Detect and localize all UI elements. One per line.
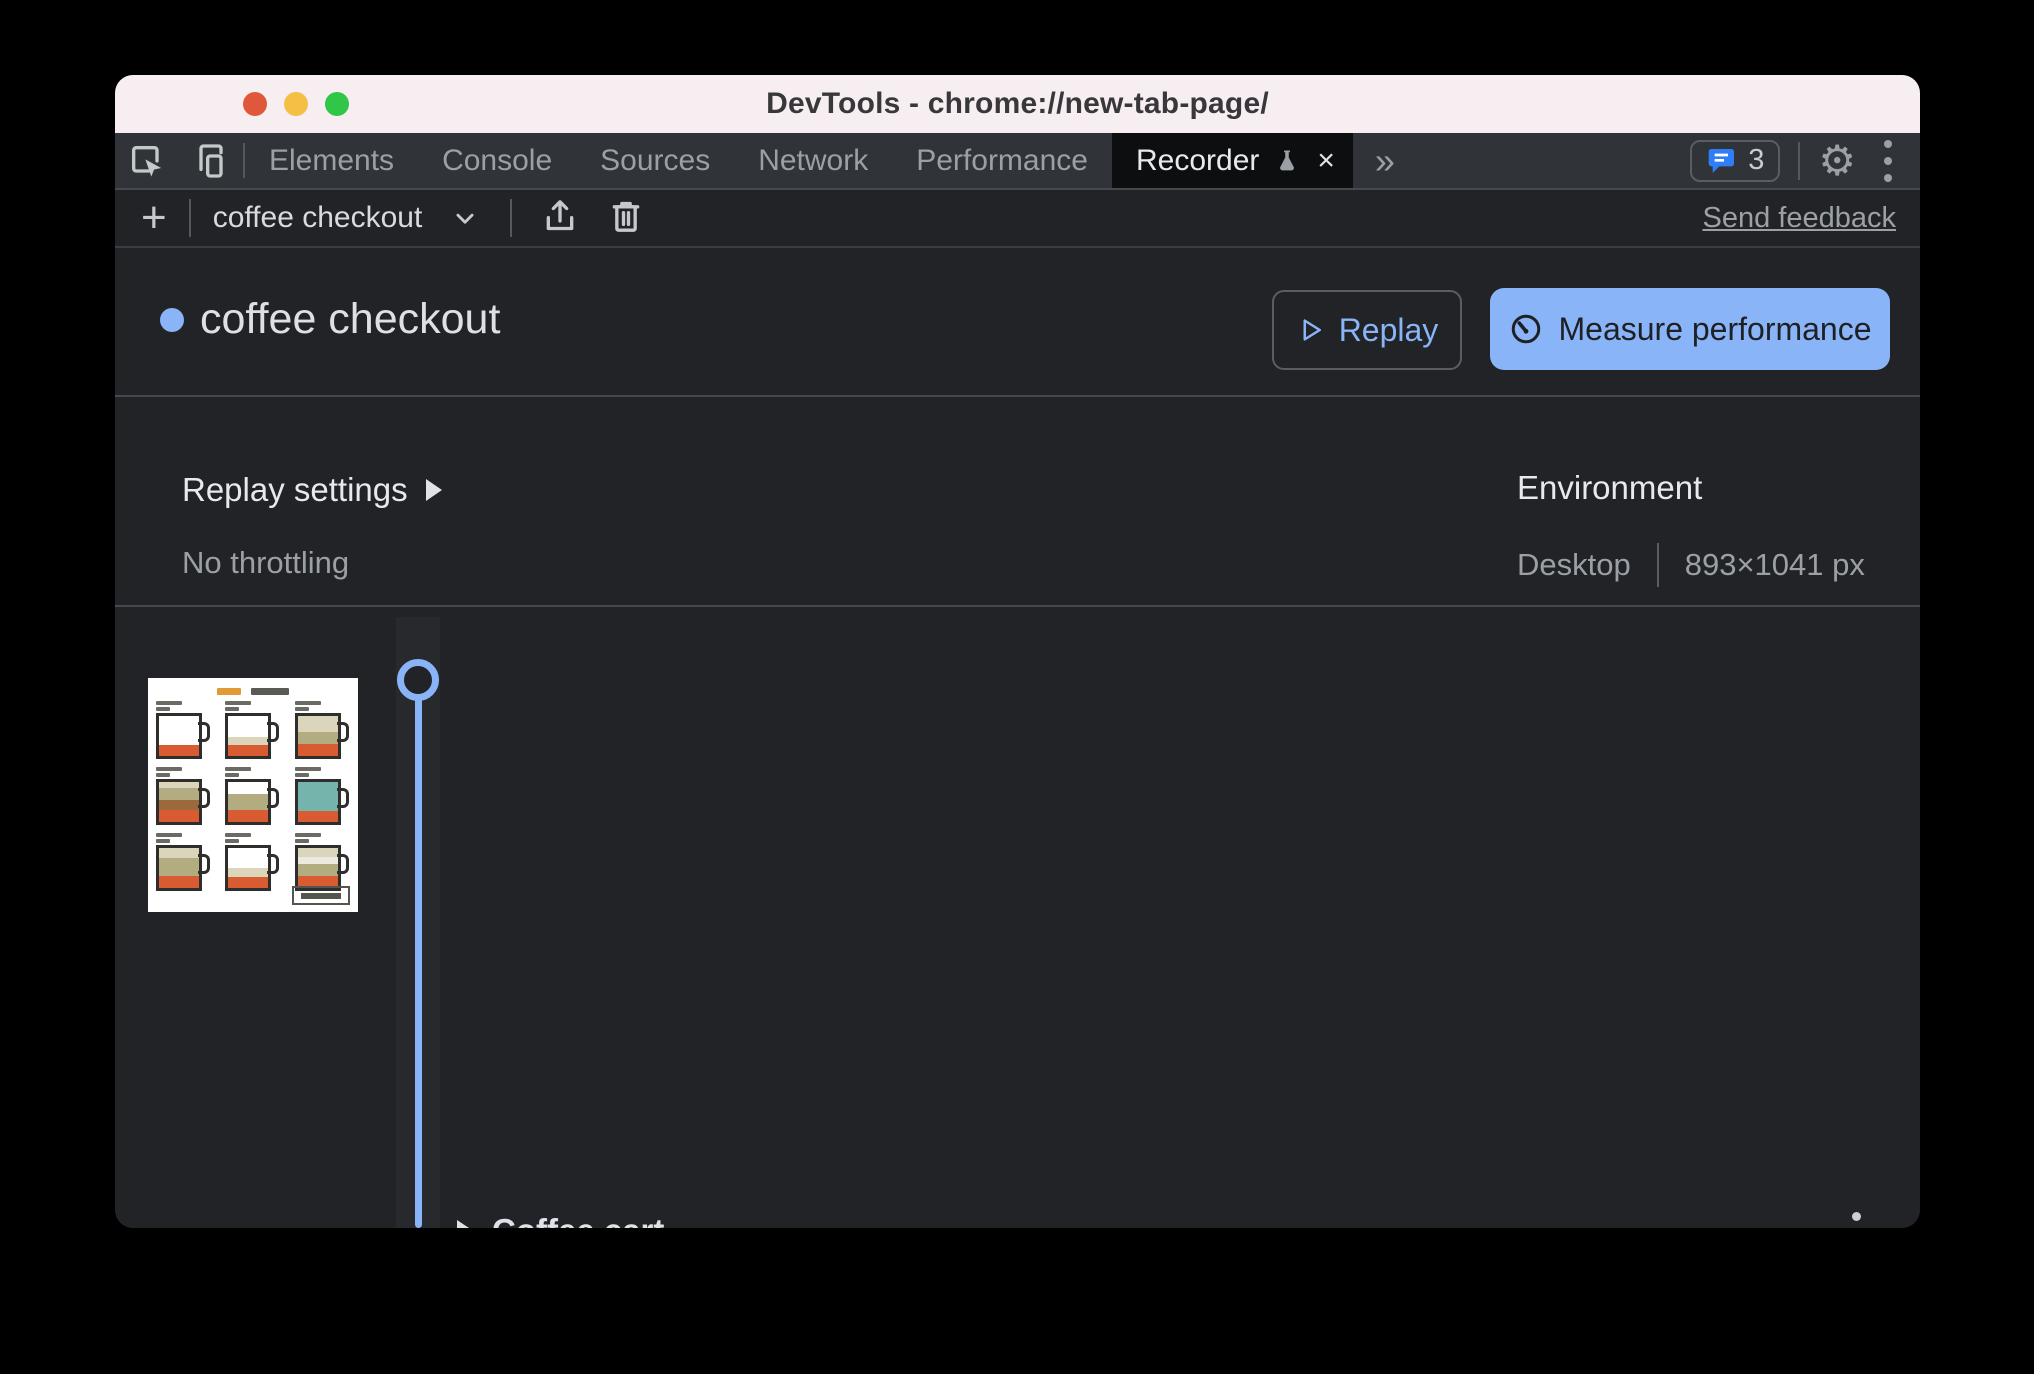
window-title: DevTools - chrome://new-tab-page/ [766, 87, 1269, 120]
settings-section: Replay settings No throttling Environmen… [115, 397, 1920, 607]
tab-performance[interactable]: Performance [892, 133, 1112, 188]
expand-step-icon[interactable] [457, 1220, 475, 1228]
zoom-window-button[interactable] [325, 92, 349, 116]
recording-select[interactable]: coffee checkout [213, 201, 483, 235]
replay-label: Replay [1338, 311, 1439, 348]
issues-count: 3 [1748, 144, 1765, 176]
environment-viewport: 893×1041 px [1684, 547, 1865, 582]
recording-header: coffee checkout Replay Measure performan… [115, 248, 1920, 397]
export-recording-icon[interactable] [540, 196, 580, 241]
chevron-right-icon [425, 479, 442, 501]
thumbnail-header [156, 688, 350, 695]
delete-recording-icon[interactable] [606, 196, 646, 241]
thumbnail-mug-grid [156, 701, 350, 891]
devtools-window: DevTools - chrome://new-tab-page/ Elemen… [115, 75, 1920, 1228]
close-window-button[interactable] [243, 92, 267, 116]
tab-recorder[interactable]: Recorder × [1111, 133, 1353, 188]
recording-thumbnail [148, 678, 358, 912]
environment-device: Desktop [1517, 547, 1631, 582]
devtools-tabbar: Elements Console Sources Network Perform… [115, 133, 1920, 190]
thumbnail-total-button [292, 886, 350, 905]
timeline-line [415, 680, 422, 1228]
recording-status-dot [160, 308, 184, 332]
toolbar-divider [510, 199, 513, 237]
device-toolbar-icon[interactable] [179, 133, 243, 188]
tab-console[interactable]: Console [418, 133, 576, 188]
tab-recorder-label: Recorder [1135, 143, 1260, 177]
settings-gear-icon[interactable]: ⚙ [1818, 139, 1856, 182]
experiment-flask-icon [1273, 146, 1301, 176]
replay-settings-label: Replay settings [182, 471, 408, 508]
step-title[interactable]: Coffee cart [492, 1212, 664, 1228]
measure-performance-label: Measure performance [1558, 310, 1872, 347]
send-feedback-link[interactable]: Send feedback [1703, 202, 1896, 235]
tab-network[interactable]: Network [734, 133, 892, 188]
devtools-menu-icon[interactable] [1874, 134, 1902, 188]
environment-divider [1656, 543, 1659, 587]
speedometer-icon [1512, 314, 1541, 344]
replay-settings-toggle[interactable]: Replay settings [182, 471, 442, 509]
recording-title: coffee checkout [200, 295, 501, 343]
issues-button[interactable]: 3 [1690, 139, 1781, 182]
tab-elements[interactable]: Elements [245, 133, 418, 188]
more-tabs-icon[interactable]: » [1353, 133, 1417, 188]
steps-list: Coffee cart https://coffee-cart.netlify.… [115, 607, 1920, 1228]
tabbar-divider [1798, 141, 1801, 180]
play-icon [1303, 319, 1321, 341]
step-menu-icon[interactable] [1844, 1204, 1869, 1228]
measure-performance-button[interactable]: Measure performance [1490, 288, 1890, 370]
feedback-bubble-icon [1708, 148, 1735, 173]
chevron-down-icon [456, 213, 474, 224]
replay-button[interactable]: Replay [1272, 290, 1462, 370]
tabbar-right-controls: 3 ⚙ [1690, 133, 1920, 188]
recording-name: coffee checkout [212, 201, 423, 234]
minimize-window-button[interactable] [284, 92, 308, 116]
environment-values: Desktop 893×1041 px [1517, 543, 1865, 587]
add-recording-button[interactable]: + [141, 196, 167, 240]
recorder-toolbar: + coffee checkout Send feedback [115, 190, 1920, 248]
close-icon[interactable]: × [1317, 144, 1335, 178]
throttling-value: No throttling [182, 545, 350, 580]
timeline-start-circle [397, 659, 439, 701]
tab-sources[interactable]: Sources [576, 133, 734, 188]
toolbar-divider [188, 199, 191, 237]
titlebar: DevTools - chrome://new-tab-page/ [115, 75, 1920, 133]
environment-label: Environment [1517, 469, 1703, 506]
inspect-element-icon[interactable] [115, 133, 179, 188]
